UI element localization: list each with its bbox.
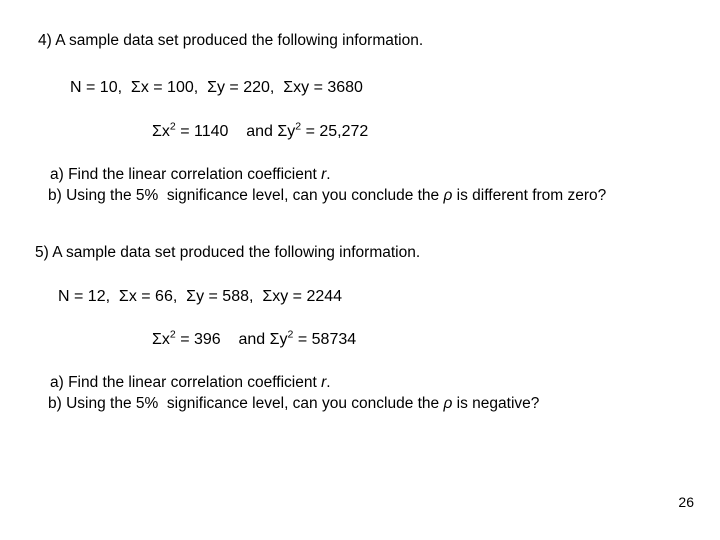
question-4-squares-line: Σx2 = 1140 and Σy2 = 25,272	[152, 120, 369, 141]
question-4-sum-y-exponent: 2	[295, 120, 302, 133]
question-4-sum-y-squared-value: = 25,272	[305, 123, 369, 140]
question-5-sum-y-exponent: 2	[287, 328, 294, 341]
question-5-sum-y-squared-value: = 58734	[297, 331, 357, 348]
question-5-squares-conjunction: and	[238, 331, 266, 348]
question-5-sum-y-squared-symbol: Σy	[269, 331, 288, 348]
question-4-sum-x-squared-value: = 1140	[180, 123, 229, 140]
question-4-part-b-text: b) Using the 5% significance level, can …	[48, 187, 444, 204]
question-5-sum-x-exponent: 2	[169, 328, 176, 341]
question-4-sum-x-exponent: 2	[169, 120, 176, 133]
question-5-sum-x-squared-symbol: Σx	[152, 331, 170, 348]
question-5-prompt: 5) A sample data set produced the follow…	[35, 244, 421, 261]
question-4-part-a-suffix: .	[326, 166, 331, 183]
question-4-part-b: b) Using the 5% significance level, can …	[48, 187, 607, 204]
page-number: 26	[678, 494, 694, 510]
question-5-part-b: b) Using the 5% significance level, can …	[48, 395, 540, 412]
question-5-part-a-text: a) Find the linear correlation coefficie…	[50, 374, 322, 391]
question-5-stats-line: N = 12, Σx = 66, Σy = 588, Σxy = 2244	[58, 288, 343, 305]
question-4-prompt: 4) A sample data set produced the follow…	[38, 32, 424, 49]
question-4-part-a: a) Find the linear correlation coefficie…	[50, 166, 331, 183]
slide-canvas: 4) A sample data set produced the follow…	[0, 0, 720, 540]
question-4-sum-y-squared-symbol: Σy	[277, 123, 296, 140]
question-5-sum-x-squared-value: = 396	[180, 331, 221, 348]
question-4-stats-line: N = 10, Σx = 100, Σy = 220, Σxy = 3680	[70, 79, 363, 96]
question-5-part-b-suffix: is negative?	[452, 395, 540, 412]
question-4-part-b-suffix: is different from zero?	[452, 187, 607, 204]
question-5-squares-line: Σx2 = 396 and Σy2 = 58734	[152, 328, 357, 349]
question-4-squares-conjunction: and	[246, 123, 273, 140]
question-4-part-a-text: a) Find the linear correlation coefficie…	[50, 166, 322, 183]
question-5-part-b-text: b) Using the 5% significance level, can …	[48, 395, 444, 412]
question-5-part-a: a) Find the linear correlation coefficie…	[50, 374, 331, 391]
question-5-part-a-suffix: .	[326, 374, 331, 391]
question-4-sum-x-squared-symbol: Σx	[152, 123, 170, 140]
